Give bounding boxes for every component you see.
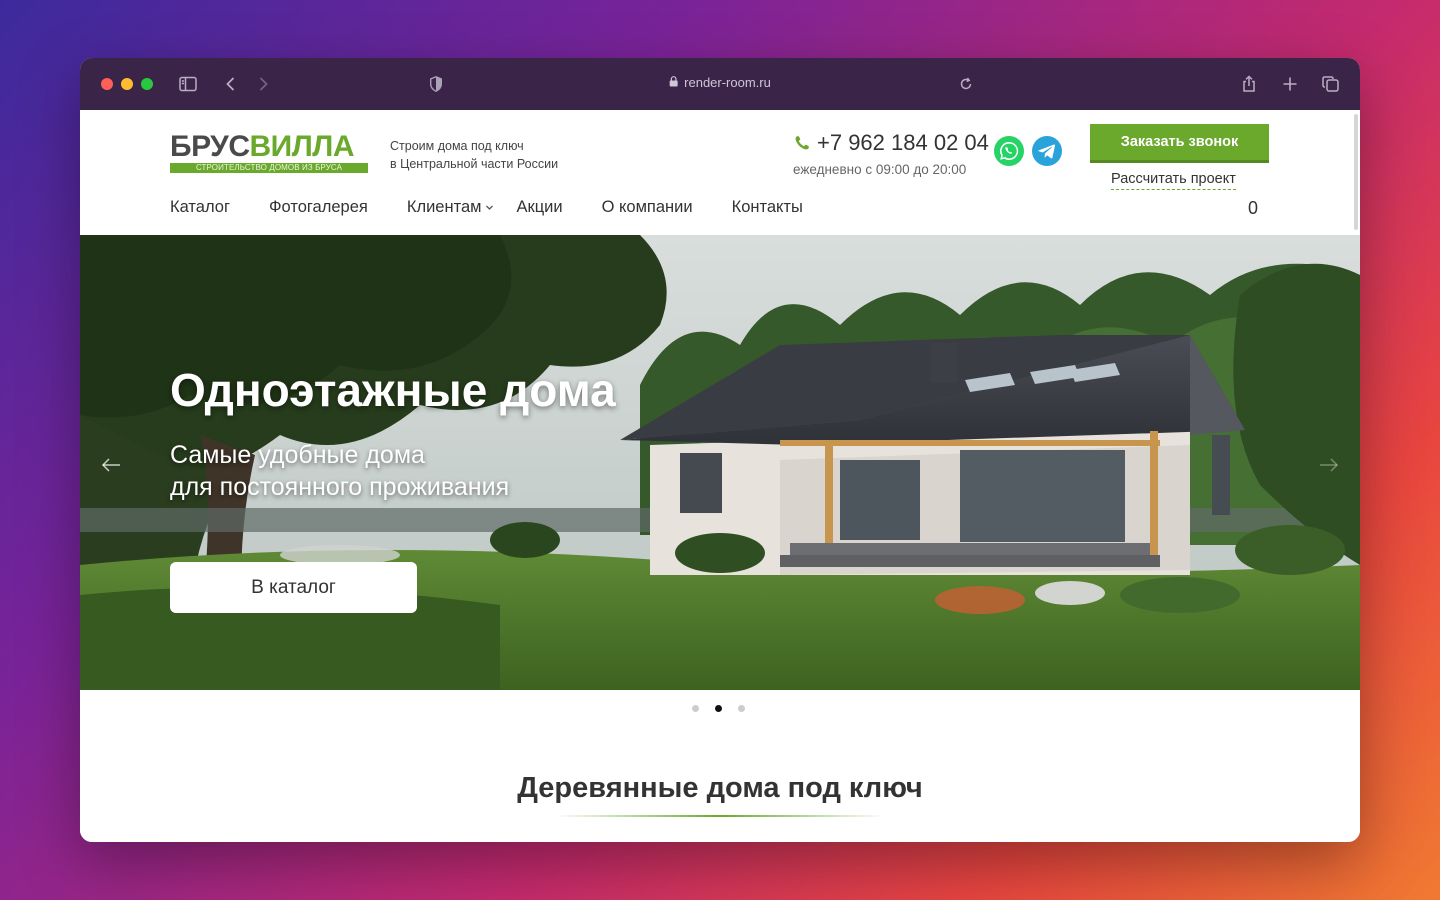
cart-counter[interactable]: 0: [1248, 198, 1258, 219]
logo[interactable]: БРУСВИЛЛА СТРОИТЕЛЬСТВО ДОМОВ ИЗ БРУСА: [170, 131, 368, 173]
reload-icon[interactable]: [956, 74, 976, 94]
phone-link[interactable]: +7 962 184 02 04: [793, 130, 989, 156]
arrow-right-icon[interactable]: [1318, 454, 1340, 476]
chevron-down-icon: [486, 205, 494, 210]
phone-icon: [795, 136, 809, 150]
window-controls: [101, 78, 153, 90]
forward-icon[interactable]: [253, 74, 273, 94]
nav-item-about[interactable]: О компании: [602, 198, 693, 217]
nav-item-catalog[interactable]: Каталог: [170, 198, 230, 217]
callback-button[interactable]: Заказать звонок: [1090, 124, 1269, 163]
tabs-icon[interactable]: [1321, 74, 1341, 94]
catalog-button[interactable]: В каталог: [170, 562, 417, 613]
lock-icon: [669, 76, 678, 87]
maximize-window-button[interactable]: [141, 78, 153, 90]
close-window-button[interactable]: [101, 78, 113, 90]
slider-dot[interactable]: [692, 705, 699, 712]
shield-icon[interactable]: [426, 74, 446, 94]
hero-subtitle: Самые удобные дома для постоянного прожи…: [170, 441, 510, 501]
logo-wordmark: БРУСВИЛЛА: [170, 130, 355, 163]
slogan-line-2: в Центральной части России: [390, 157, 559, 171]
url-text: render-room.ru: [684, 75, 771, 90]
website: БРУСВИЛЛА СТРОИТЕЛЬСТВО ДОМОВ ИЗ БРУСА С…: [80, 110, 1360, 842]
logo-tagline: СТРОИТЕЛЬСТВО ДОМОВ ИЗ БРУСА: [170, 163, 368, 173]
address-bar[interactable]: render-room.ru: [669, 75, 771, 90]
minimize-window-button[interactable]: [121, 78, 133, 90]
contact-block: +7 962 184 02 04 ежедневно с 09:00 до 20…: [793, 130, 989, 177]
browser-toolbar: render-room.ru: [80, 58, 1360, 110]
hero-slider: Одноэтажные дома Самые удобные дома для …: [80, 235, 1360, 690]
main-nav: Каталог Фотогалерея Клиентам Акции О ком…: [170, 198, 842, 217]
new-tab-icon[interactable]: [1280, 74, 1300, 94]
arrow-left-icon[interactable]: [100, 454, 122, 476]
slider-dot[interactable]: [738, 705, 745, 712]
share-icon[interactable]: [1239, 74, 1259, 94]
working-hours: ежедневно с 09:00 до 20:00: [793, 162, 967, 177]
whatsapp-icon[interactable]: [993, 135, 1025, 167]
section-title: Деревянные дома под ключ: [517, 772, 923, 804]
section-title-underline: [554, 815, 886, 817]
telegram-icon[interactable]: [1031, 135, 1063, 167]
sidebar-icon[interactable]: [178, 74, 198, 94]
nav-item-gallery[interactable]: Фотогалерея: [269, 198, 368, 217]
nav-item-clients[interactable]: Клиентам: [407, 198, 495, 217]
header-slogan: Строим дома под ключ в Центральной части…: [390, 137, 558, 173]
nav-item-contacts[interactable]: Контакты: [732, 198, 803, 217]
slogan-line-1: Строим дома под ключ: [390, 139, 524, 153]
back-icon[interactable]: [221, 74, 241, 94]
hero-title: Одноэтажные дома: [170, 364, 616, 416]
nav-item-promotions[interactable]: Акции: [516, 198, 562, 217]
calculate-project-link[interactable]: Рассчитать проект: [1111, 171, 1236, 190]
slider-pagination: [692, 705, 745, 712]
slider-dot-active[interactable]: [715, 705, 722, 712]
phone-number: +7 962 184 02 04: [817, 130, 989, 155]
browser-window: render-room.ru БРУСВИЛЛА СТРОИТЕЛЬСТВО Д…: [80, 58, 1360, 842]
page-scrollbar[interactable]: [1354, 114, 1358, 230]
